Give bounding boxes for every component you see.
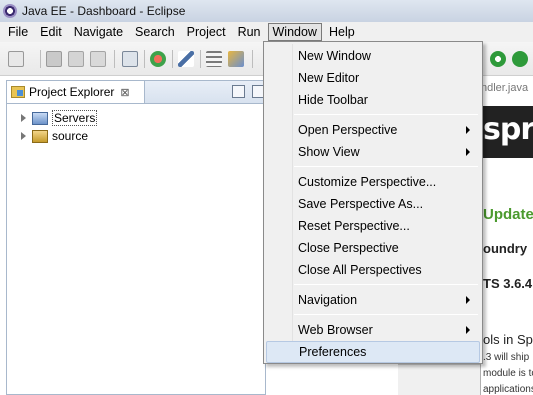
spring-banner: spri	[481, 106, 533, 158]
binary-icon[interactable]	[122, 51, 138, 67]
menu-item-label: New Window	[298, 49, 371, 63]
menu-item-label: Open Perspective	[298, 123, 398, 137]
tab-label: Project Explorer	[29, 85, 115, 99]
menu-bar: File Edit Navigate Search Project Run Wi…	[0, 22, 533, 42]
toolbar-separator	[114, 50, 115, 68]
collapse-all-icon[interactable]	[232, 85, 245, 98]
expand-icon[interactable]	[21, 132, 26, 140]
menu-item-label: Navigation	[298, 293, 358, 307]
menu-help[interactable]: Help	[323, 23, 361, 41]
run-dropdown-icon[interactable]	[512, 51, 528, 67]
tree-item-source[interactable]: source	[21, 127, 97, 145]
new-dropdown-icon[interactable]	[28, 51, 36, 67]
print-icon[interactable]	[90, 51, 106, 67]
project-explorer-panel: Project Explorer ⊠ Servers source	[6, 80, 266, 395]
menu-navigate[interactable]: Navigate	[68, 23, 129, 41]
open-type-icon[interactable]	[228, 51, 244, 67]
menu-separator	[294, 166, 478, 167]
body-text: module is to try and imp	[483, 368, 533, 379]
menu-item-label: Save Perspective As...	[298, 197, 424, 211]
menu-item-reset-perspective[interactable]: Reset Perspective...	[266, 215, 480, 237]
menu-item-save-perspective-as[interactable]: Save Perspective As...	[266, 193, 480, 215]
menu-item-preferences[interactable]: Preferences	[266, 341, 480, 363]
window-title: Java EE - Dashboard - Eclipse	[22, 4, 186, 18]
save-icon[interactable]	[46, 51, 62, 67]
menu-item-close-perspective[interactable]: Close Perspective	[266, 237, 480, 259]
menu-item-label: New Editor	[298, 71, 360, 85]
tree-item-label: Servers	[52, 110, 98, 126]
toolbar-separator	[144, 50, 145, 68]
menu-project[interactable]: Project	[181, 23, 232, 41]
sts-heading: TS 3.6.4	[483, 276, 533, 291]
menu-item-label: Preferences	[299, 345, 367, 359]
toolbar-separator	[252, 50, 253, 68]
folder-icon	[32, 111, 48, 125]
menu-item-web-browser[interactable]: Web Browser	[266, 319, 480, 341]
body-text: applications.To use ... A	[483, 384, 533, 395]
banner-text: spri	[483, 112, 533, 147]
menu-item-close-all-perspectives[interactable]: Close All Perspectives	[266, 259, 480, 281]
menu-item-label: Show View	[298, 145, 360, 159]
menu-item-label: Reset Perspective...	[298, 219, 410, 233]
submenu-arrow-icon	[466, 148, 470, 156]
toolbar-separator	[172, 50, 173, 68]
submenu-arrow-icon	[466, 126, 470, 134]
expand-icon[interactable]	[21, 114, 26, 122]
menu-run[interactable]: Run	[232, 23, 267, 41]
project-tree: Servers source	[21, 109, 98, 145]
project-icon	[32, 129, 48, 143]
submenu-arrow-icon	[466, 326, 470, 334]
menu-item-label: Close Perspective	[298, 241, 399, 255]
toolbar-separator	[40, 50, 41, 68]
tools-heading[interactable]: ols in Sp	[483, 332, 533, 347]
submenu-arrow-icon	[466, 296, 470, 304]
menu-item-label: Customize Perspective...	[298, 175, 437, 189]
menu-item-label: Web Browser	[298, 323, 373, 337]
menu-item-hide-toolbar[interactable]: Hide Toolbar	[266, 89, 480, 111]
body-text: .3 will ship	[483, 352, 530, 363]
editor-tab[interactable]: ndler.java	[481, 82, 533, 102]
menu-item-customize-perspective[interactable]: Customize Perspective...	[266, 171, 480, 193]
window-menu-dropdown: New Window New Editor Hide Toolbar Open …	[263, 41, 483, 364]
editor-dashboard: ndler.java spri Update oundry TS 3.6.4 o…	[480, 76, 533, 395]
title-bar: Java EE - Dashboard - Eclipse	[0, 0, 533, 22]
toolbar-separator	[200, 50, 201, 68]
close-icon[interactable]: ⊠	[120, 86, 129, 99]
menu-edit[interactable]: Edit	[34, 23, 68, 41]
editor-lower-panel	[398, 364, 480, 395]
debug-icon[interactable]	[150, 51, 166, 67]
eclipse-logo-icon	[3, 4, 17, 18]
format-icon[interactable]	[206, 51, 222, 67]
menu-file[interactable]: File	[2, 23, 34, 41]
menu-window[interactable]: Window	[267, 23, 322, 41]
update-heading[interactable]: Update	[483, 206, 533, 223]
menu-item-new-window[interactable]: New Window	[266, 45, 480, 67]
tree-item-label: source	[52, 129, 89, 143]
save-all-icon[interactable]	[68, 51, 84, 67]
menu-item-show-view[interactable]: Show View	[266, 141, 480, 163]
project-explorer-icon	[11, 86, 25, 98]
menu-item-label: Hide Toolbar	[298, 93, 368, 107]
tab-project-explorer[interactable]: Project Explorer ⊠	[7, 81, 145, 103]
menu-item-open-perspective[interactable]: Open Perspective	[266, 119, 480, 141]
menu-item-new-editor[interactable]: New Editor	[266, 67, 480, 89]
skip-breakpoints-icon[interactable]	[178, 51, 194, 67]
run-icon[interactable]	[490, 51, 506, 67]
new-icon[interactable]	[8, 51, 24, 67]
menu-separator	[294, 284, 478, 285]
menu-separator	[294, 314, 478, 315]
tree-item-servers[interactable]: Servers	[21, 109, 98, 127]
menu-item-label: Close All Perspectives	[298, 263, 422, 277]
foundry-heading: oundry	[483, 241, 528, 256]
menu-separator	[294, 114, 478, 115]
menu-item-navigation[interactable]: Navigation	[266, 289, 480, 311]
menu-search[interactable]: Search	[129, 23, 181, 41]
